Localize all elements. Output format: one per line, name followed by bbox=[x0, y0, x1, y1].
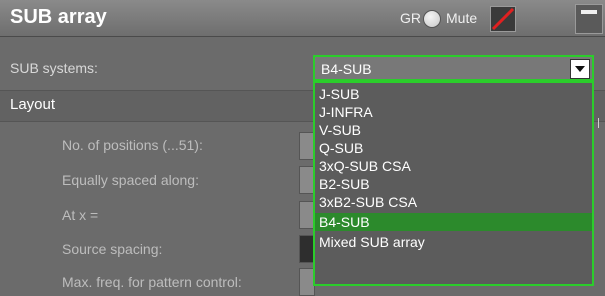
mute-toggle-button[interactable] bbox=[490, 6, 516, 32]
option-b2-sub[interactable]: B2-SUB bbox=[315, 175, 592, 193]
gr-label: GR bbox=[400, 10, 421, 26]
sub-systems-select[interactable]: B4-SUB bbox=[313, 55, 594, 81]
option-q-sub[interactable]: Q-SUB bbox=[315, 139, 592, 157]
field-label-positions: No. of positions (...51): bbox=[62, 137, 203, 153]
minimize-button[interactable] bbox=[575, 4, 603, 34]
header-bar: SUB array GR Mute bbox=[0, 0, 605, 37]
field-label-at-x: At x = bbox=[62, 207, 99, 223]
option-j-sub[interactable]: J-SUB bbox=[315, 85, 592, 103]
option-v-sub[interactable]: V-SUB bbox=[315, 121, 592, 139]
layout-divider bbox=[598, 118, 599, 128]
option-j-infra[interactable]: J-INFRA bbox=[315, 103, 592, 121]
gr-radio-button[interactable] bbox=[423, 10, 441, 28]
option-3xq-sub-csa[interactable]: 3xQ-SUB CSA bbox=[315, 157, 592, 175]
sub-systems-selected-value: B4-SUB bbox=[321, 61, 372, 77]
field-label-equally-spaced: Equally spaced along: bbox=[62, 172, 199, 188]
sub-systems-label: SUB systems: bbox=[10, 60, 98, 76]
chevron-down-icon[interactable] bbox=[570, 59, 590, 79]
field-label-source-spacing: Source spacing: bbox=[62, 241, 163, 257]
minimize-icon bbox=[581, 10, 597, 14]
mute-slash-icon bbox=[491, 7, 515, 31]
layout-label: Layout bbox=[10, 96, 56, 113]
option-3xb2-sub-csa[interactable]: 3xB2-SUB CSA bbox=[315, 193, 592, 211]
option-b4-sub[interactable]: B4-SUB bbox=[315, 213, 592, 231]
window-title: SUB array bbox=[10, 6, 107, 28]
option-mixed-sub-array[interactable]: Mixed SUB array bbox=[315, 233, 592, 251]
sub-systems-dropdown: J-SUB J-INFRA V-SUB Q-SUB 3xQ-SUB CSA B2… bbox=[313, 81, 594, 286]
mute-label: Mute bbox=[446, 10, 478, 26]
field-label-max-freq: Max. freq. for pattern control: bbox=[62, 274, 242, 290]
